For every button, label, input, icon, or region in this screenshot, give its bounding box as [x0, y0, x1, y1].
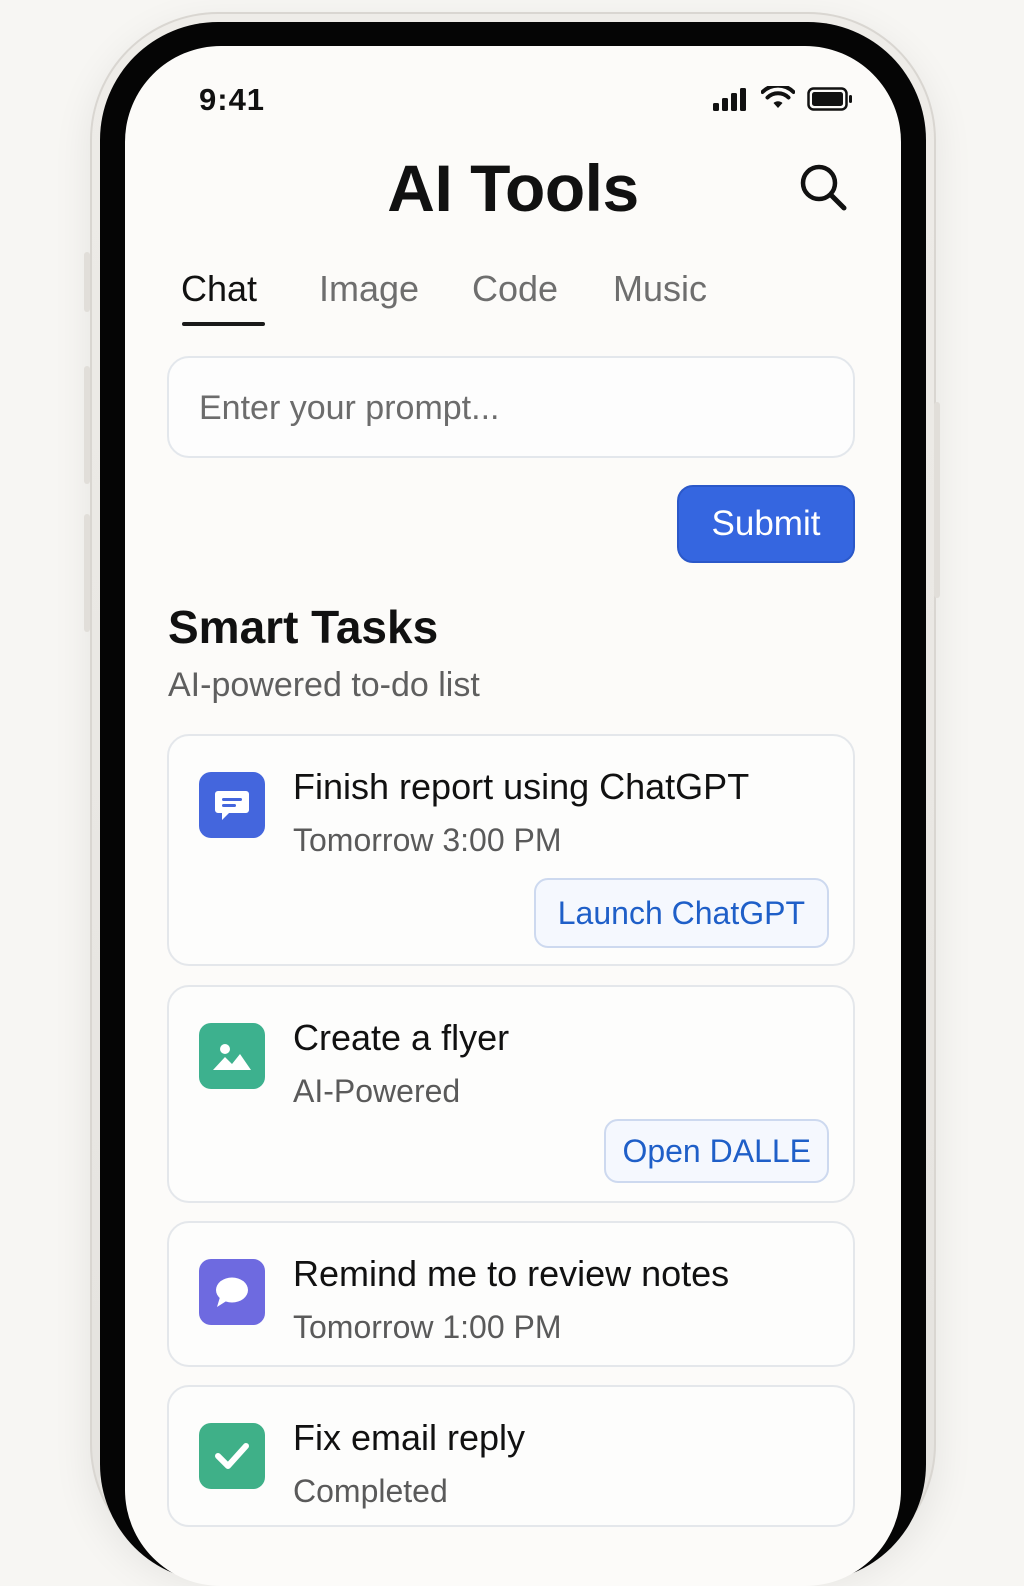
task-icon-speech — [199, 1259, 265, 1325]
chat-icon — [215, 791, 249, 820]
task-title: Fix email reply — [293, 1417, 526, 1458]
tab-music[interactable]: Music — [613, 268, 707, 310]
side-button-power — [934, 402, 940, 598]
prompt-input[interactable] — [197, 358, 831, 458]
task-title: Create a flyer — [293, 1017, 510, 1058]
image-icon — [213, 1044, 251, 1070]
open-dalle-button[interactable]: Open DALLE — [604, 1119, 829, 1183]
search-button[interactable] — [797, 161, 851, 215]
task-icon-image — [199, 1023, 265, 1089]
status-icons — [713, 86, 853, 112]
launch-chatgpt-button[interactable]: Launch ChatGPT — [533, 878, 829, 948]
side-button-volume-down — [84, 514, 90, 632]
tab-code[interactable]: Code — [472, 268, 558, 310]
side-button-silent — [84, 252, 90, 312]
task-title: Finish report using ChatGPT — [293, 766, 750, 807]
tab-image[interactable]: Image — [319, 268, 419, 310]
page-title: AI Tools — [387, 151, 639, 225]
task-title: Remind me to review notes — [293, 1253, 730, 1294]
prompt-box — [167, 356, 855, 458]
task-card-review-notes[interactable]: Remind me to review notes Tomorrow 1:00 … — [167, 1221, 855, 1367]
task-icon-chat — [199, 772, 265, 838]
task-card-fix-email[interactable]: Fix email reply Completed — [167, 1385, 855, 1527]
task-due-time: Tomorrow 3:00 PM — [293, 822, 562, 858]
task-status: Completed — [293, 1473, 448, 1509]
status-time: 9:41 — [199, 82, 266, 117]
check-icon — [215, 1443, 249, 1469]
section-title: Smart Tasks — [168, 601, 439, 653]
task-card-finish-report[interactable]: Finish report using ChatGPT Tomorrow 3:0… — [167, 734, 855, 966]
search-icon — [800, 164, 847, 211]
task-due-time: Tomorrow 1:00 PM — [293, 1309, 562, 1345]
task-icon-check — [199, 1423, 265, 1489]
battery-icon — [807, 87, 852, 111]
section-subtitle: AI-powered to-do list — [168, 666, 480, 704]
phone-screen: 9:41 AI Tools Chat Image Code Music Ente… — [125, 46, 901, 1586]
side-button-volume-up — [84, 366, 90, 484]
active-tab-indicator — [182, 322, 265, 326]
task-card-create-flyer[interactable]: Create a flyer AI-Powered Open DALLE — [167, 985, 855, 1203]
wifi-icon — [761, 86, 795, 108]
task-tag: AI-Powered — [293, 1073, 461, 1109]
signal-icon — [713, 88, 746, 111]
tab-chat[interactable]: Chat — [181, 268, 257, 310]
submit-button[interactable]: Submit — [677, 485, 855, 563]
speech-bubble-icon — [216, 1277, 248, 1307]
